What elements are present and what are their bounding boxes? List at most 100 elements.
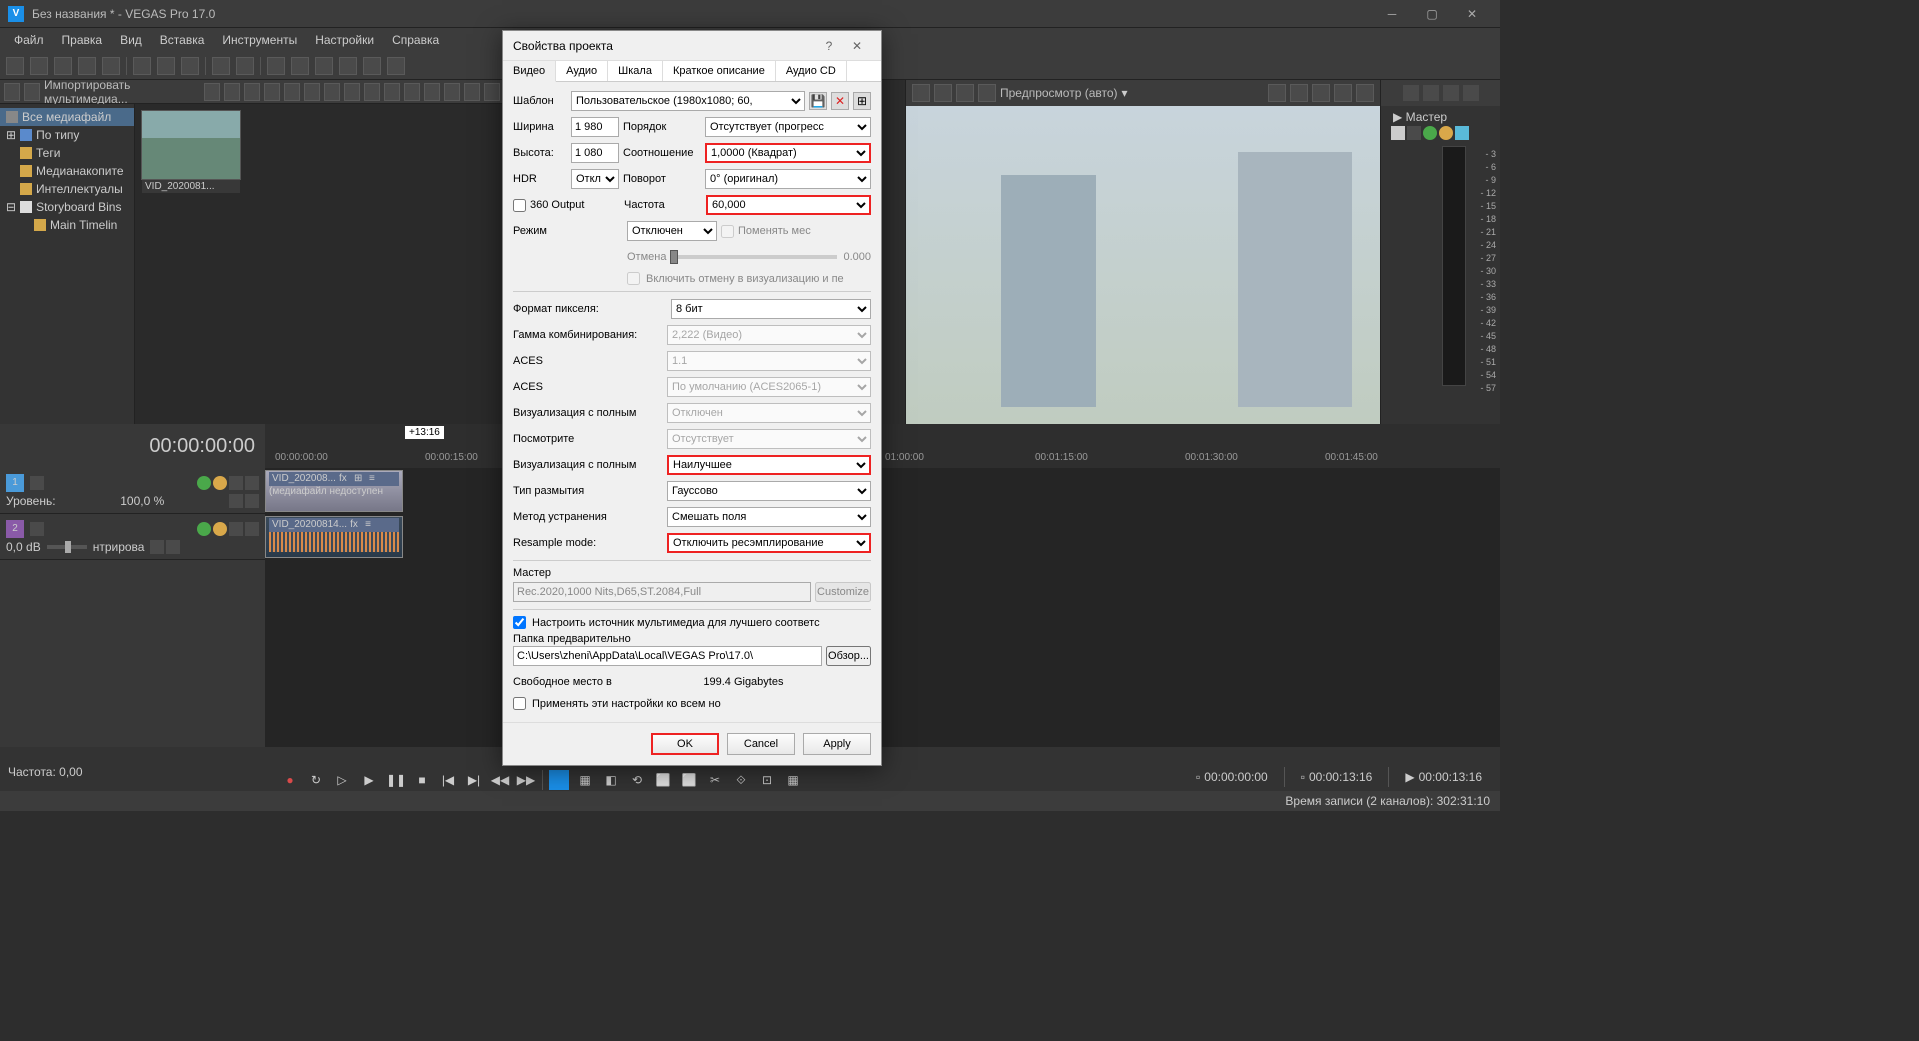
toolbar-save-icon[interactable]	[54, 57, 72, 75]
preview-save-icon[interactable]	[1334, 84, 1352, 102]
cancel-button[interactable]: Cancel	[727, 733, 795, 755]
media-btn-icon[interactable]	[404, 83, 420, 101]
audio-clip[interactable]: VID_20200814...fx≡	[265, 516, 403, 558]
automation-icon[interactable]	[245, 476, 259, 490]
tool-normal-icon[interactable]	[549, 770, 569, 790]
media-btn-icon[interactable]	[364, 83, 380, 101]
media-btn-icon[interactable]	[444, 83, 460, 101]
menu-tools[interactable]: Инструменты	[214, 31, 305, 49]
apply-button[interactable]: Apply	[803, 733, 871, 755]
video-clip[interactable]: VID_202008...fx⊞≡ (медиафайл недоступен	[265, 470, 403, 512]
tool-icon[interactable]: ◧	[601, 770, 621, 790]
menu-settings[interactable]: Настройки	[307, 31, 382, 49]
media-btn-icon[interactable]	[324, 83, 340, 101]
level-value[interactable]: 100,0 %	[62, 494, 223, 508]
timeline-content[interactable]: VID_202008...fx⊞≡ (медиафайл недоступен …	[265, 468, 1500, 747]
master-speaker-icon[interactable]	[1443, 85, 1459, 101]
stop-button[interactable]: ■	[412, 770, 432, 790]
expand-icon[interactable]	[30, 476, 44, 490]
fx-icon[interactable]	[229, 476, 243, 490]
fx-icon[interactable]: fx	[350, 519, 362, 531]
master-dim-icon[interactable]	[1403, 85, 1419, 101]
tool-icon[interactable]: ▦	[575, 770, 595, 790]
media-sort-icon[interactable]	[224, 83, 240, 101]
record-button[interactable]: ●	[280, 770, 300, 790]
media-import-icon[interactable]	[24, 83, 40, 101]
track-icon[interactable]	[245, 494, 259, 508]
tree-storyboard[interactable]: ⊟ Storyboard Bins	[0, 198, 134, 216]
preview-copy-icon[interactable]	[1312, 84, 1330, 102]
tool-icon[interactable]: ✂	[705, 770, 725, 790]
automation-icon[interactable]	[1455, 126, 1469, 140]
toolbar-cut-icon[interactable]	[133, 57, 151, 75]
toolbar-ripple-icon[interactable]	[291, 57, 309, 75]
render-quality-select[interactable]: Наилучшее	[667, 455, 871, 475]
preview-quality-label[interactable]: Предпросмотр (авто)	[1000, 86, 1118, 100]
ok-button[interactable]: OK	[651, 733, 719, 755]
tab-scale[interactable]: Шкала	[608, 61, 663, 81]
menu-insert[interactable]: Вставка	[152, 31, 213, 49]
tool-icon[interactable]: ⊡	[757, 770, 777, 790]
blur-select[interactable]: Гауссово	[667, 481, 871, 501]
deint-select[interactable]: Смешать поля	[667, 507, 871, 527]
toolbar-open-icon[interactable]	[30, 57, 48, 75]
insert-icon[interactable]	[1407, 126, 1421, 140]
track-icon[interactable]	[166, 540, 180, 554]
toolbar-new-icon[interactable]	[6, 57, 24, 75]
mute-icon[interactable]	[1423, 126, 1437, 140]
match-media-icon[interactable]: ⊞	[853, 92, 871, 110]
tree-all-media[interactable]: Все медиафайл	[0, 108, 134, 126]
timecode-1[interactable]: ▫ 00:00:00:00	[1190, 768, 1274, 786]
template-select[interactable]: Пользовательское (1980x1080; 60,	[571, 91, 805, 111]
go-end-button[interactable]: ▶|	[464, 770, 484, 790]
pan-icon[interactable]: ⊞	[354, 473, 366, 485]
solo-icon[interactable]	[213, 476, 227, 490]
pause-button[interactable]: ❚❚	[386, 770, 406, 790]
toolbar-lock-icon[interactable]	[363, 57, 381, 75]
media-view-icon[interactable]	[204, 83, 220, 101]
media-btn-icon[interactable]	[424, 83, 440, 101]
tree-main-timeline[interactable]: Main Timelin	[0, 216, 134, 234]
menu-help[interactable]: Справка	[384, 31, 447, 49]
media-btn-icon[interactable]	[384, 83, 400, 101]
master-output-icon[interactable]	[1423, 85, 1439, 101]
video-track-header[interactable]: 1 Уровень: 100,0 %	[0, 468, 265, 514]
db-value[interactable]: 0,0 dB	[6, 540, 41, 554]
media-filter-icon[interactable]	[244, 83, 260, 101]
loop-button[interactable]: ↻	[306, 770, 326, 790]
volume-slider[interactable]	[47, 545, 87, 549]
resample-select[interactable]: Отключить ресэмплирование	[667, 533, 871, 553]
next-button[interactable]: ▶▶	[516, 770, 536, 790]
media-btn-icon[interactable]	[344, 83, 360, 101]
preview-safe-icon[interactable]	[1290, 84, 1308, 102]
toolbar-paste-icon[interactable]	[181, 57, 199, 75]
output-360-check[interactable]	[513, 199, 526, 212]
tree-smart[interactable]: Интеллектуалы	[0, 180, 134, 198]
close-button[interactable]: ✕	[1452, 0, 1492, 28]
media-btn-icon[interactable]	[484, 83, 500, 101]
aspect-ratio-select[interactable]: 1,0000 (Квадрат)	[705, 143, 871, 163]
go-start-button[interactable]: |◀	[438, 770, 458, 790]
preview-btn-icon[interactable]	[912, 84, 930, 102]
timecode-3[interactable]: ▶ 00:00:13:16	[1399, 768, 1488, 786]
framerate-select[interactable]: 60,000	[706, 195, 871, 215]
toolbar-quantize-icon[interactable]	[339, 57, 357, 75]
media-import-label[interactable]: Импортировать мультимедиа...	[44, 78, 196, 106]
automation-icon[interactable]	[245, 522, 259, 536]
tab-description[interactable]: Краткое описание	[663, 61, 776, 81]
tool-icon[interactable]: ▦	[783, 770, 803, 790]
tree-by-type[interactable]: ⊞ По типу	[0, 126, 134, 144]
prerender-folder-input[interactable]	[513, 646, 822, 666]
pixfmt-select[interactable]: 8 бит	[671, 299, 871, 319]
fx-icon[interactable]	[229, 522, 243, 536]
tab-audio[interactable]: Аудио	[556, 61, 608, 81]
preview-device-icon[interactable]	[978, 84, 996, 102]
menu-icon[interactable]: ≡	[365, 519, 377, 531]
delete-template-icon[interactable]: ✕	[831, 92, 849, 110]
fx-icon[interactable]: fx	[1391, 126, 1405, 140]
prev-button[interactable]: ◀◀	[490, 770, 510, 790]
help-button[interactable]: ?	[815, 35, 843, 57]
menu-file[interactable]: Файл	[6, 31, 52, 49]
mute-icon[interactable]	[197, 522, 211, 536]
play-button[interactable]: ▶	[358, 769, 380, 791]
